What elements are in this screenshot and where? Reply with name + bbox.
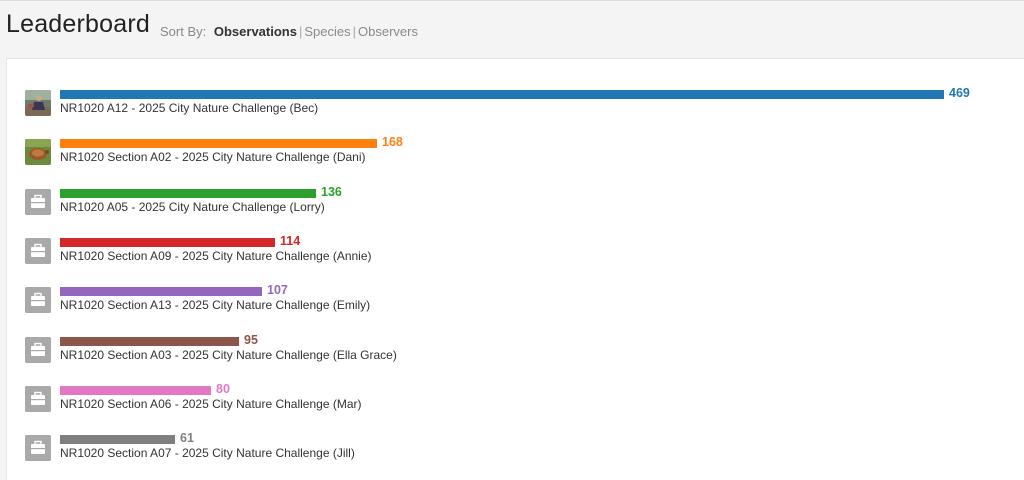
page-title: Leaderboard: [6, 10, 150, 38]
project-name-link[interactable]: NR1020 Section A13 - 2025 City Nature Ch…: [60, 298, 370, 312]
photo-person-icon[interactable]: [25, 90, 51, 116]
photo-turtle-icon[interactable]: [25, 139, 51, 166]
leaderboard-panel: 469 NR1020 A12 - 2025 City Nature Challen…: [6, 58, 1024, 480]
bar-value-label: 107: [267, 283, 288, 298]
bar-value-label: 168: [382, 135, 403, 150]
bar-value-label: 61: [180, 431, 194, 446]
chart-bar: [60, 237, 275, 247]
bar-value-label: 469: [949, 86, 970, 100]
sort-option-observations[interactable]: Observations: [214, 24, 297, 39]
sort-separator: |: [298, 24, 303, 39]
bar-value-label: 80: [216, 381, 230, 396]
briefcase-icon[interactable]: [25, 237, 51, 264]
briefcase-icon[interactable]: [25, 435, 51, 462]
chart-bar: [60, 188, 316, 198]
leaderboard-row[interactable]: 95 NR1020 Section A03 - 2025 City Nature …: [7, 332, 1007, 365]
chart-bar: [60, 435, 175, 445]
chart-bar: [60, 90, 944, 99]
bar-value-label: 136: [321, 184, 342, 199]
briefcase-icon[interactable]: [25, 287, 51, 314]
leaderboard-row[interactable]: 114 NR1020 Section A09 - 2025 City Nature…: [7, 233, 1007, 266]
chart-bar: [60, 385, 211, 395]
leaderboard-row[interactable]: 61 NR1020 Section A07 - 2025 City Nature …: [7, 431, 1007, 463]
bar-value-label: 95: [244, 332, 258, 347]
project-name-link[interactable]: NR1020 A05 - 2025 City Nature Challenge …: [60, 200, 325, 214]
leaderboard-row[interactable]: 168 NR1020 Section A02 - 2025 City Nature…: [7, 135, 1007, 167]
leaderboard-row[interactable]: 469 NR1020 A12 - 2025 City Nature Challen…: [7, 86, 1007, 118]
project-name-link[interactable]: NR1020 Section A07 - 2025 City Nature Ch…: [60, 446, 355, 460]
sort-option-species[interactable]: Species: [304, 24, 350, 39]
header: Leaderboard Sort By: Observations | Specie…: [0, 0, 1024, 58]
chart-bar: [60, 287, 262, 297]
sort-option-observers[interactable]: Observers: [358, 24, 418, 39]
sort-separator: |: [352, 24, 356, 39]
chart-bar: [60, 336, 239, 346]
project-name-link[interactable]: NR1020 Section A06 - 2025 City Nature Ch…: [60, 397, 362, 411]
briefcase-icon[interactable]: [25, 385, 51, 412]
sort-label: Sort By:: [160, 24, 207, 39]
leaderboard-row[interactable]: 136 NR1020 A05 - 2025 City Nature Challen…: [7, 184, 1007, 217]
leaderboard-row[interactable]: 80 NR1020 Section A06 - 2025 City Nature …: [7, 381, 1007, 414]
project-name-link[interactable]: NR1020 Section A03 - 2025 City Nature Ch…: [60, 348, 397, 362]
leaderboard-row[interactable]: 107 NR1020 Section A13 - 2025 City Nature…: [7, 283, 1007, 315]
briefcase-icon[interactable]: [25, 188, 51, 215]
project-name-link[interactable]: NR1020 Section A02 - 2025 City Nature Ch…: [60, 150, 366, 164]
project-name-link[interactable]: NR1020 Section A09 - 2025 City Nature Ch…: [60, 249, 372, 263]
sort-controls: Sort By: Observations | Species | Observers: [160, 24, 418, 39]
briefcase-icon[interactable]: [25, 336, 51, 363]
project-name-link[interactable]: NR1020 A12 - 2025 City Nature Challenge …: [60, 101, 318, 115]
bar-value-label: 114: [280, 233, 301, 248]
chart-bar: [60, 139, 377, 149]
